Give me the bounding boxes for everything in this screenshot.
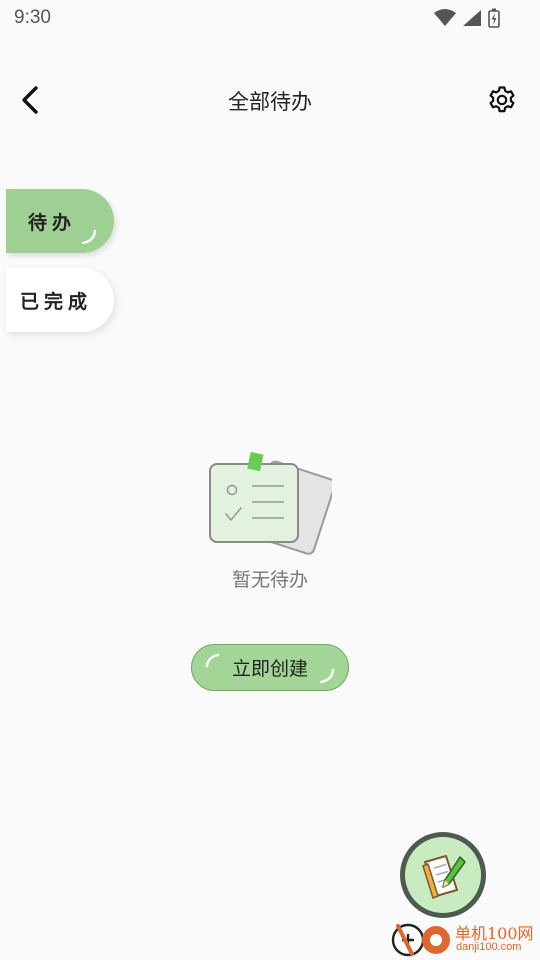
battery-charging-icon [488, 8, 500, 28]
app-header: 全部待办 [0, 70, 540, 130]
tab-completed[interactable]: 已完成 [6, 268, 114, 332]
status-bar: 9:30 [0, 0, 540, 38]
create-now-button[interactable]: 立即创建 [191, 644, 349, 691]
gear-icon [489, 86, 515, 113]
tab-pending[interactable]: 待办 [6, 189, 114, 253]
watermark-logo [391, 923, 450, 957]
swoosh-decoration [205, 653, 220, 668]
page-title: 全部待办 [228, 90, 312, 114]
settings-button[interactable] [484, 82, 520, 118]
status-time: 9:30 [14, 7, 51, 28]
swoosh-decoration [319, 668, 335, 684]
status-icons [434, 8, 500, 28]
note-pencil-icon [422, 855, 466, 899]
tab-completed-label: 已完成 [20, 290, 93, 313]
new-note-fab[interactable] [400, 832, 486, 918]
swoosh-decoration [81, 229, 97, 245]
watermark-subtext: danji100.com [456, 941, 522, 953]
tab-pending-label: 待办 [28, 211, 77, 234]
watermark: 单机100网 danji100.com [390, 918, 540, 960]
empty-note-icon [209, 451, 332, 555]
create-now-label: 立即创建 [231, 659, 308, 680]
wifi-icon [434, 9, 456, 26]
signal-icon [463, 10, 481, 26]
empty-state-text: 暂无待办 [231, 569, 308, 591]
fab-inner [405, 837, 481, 913]
